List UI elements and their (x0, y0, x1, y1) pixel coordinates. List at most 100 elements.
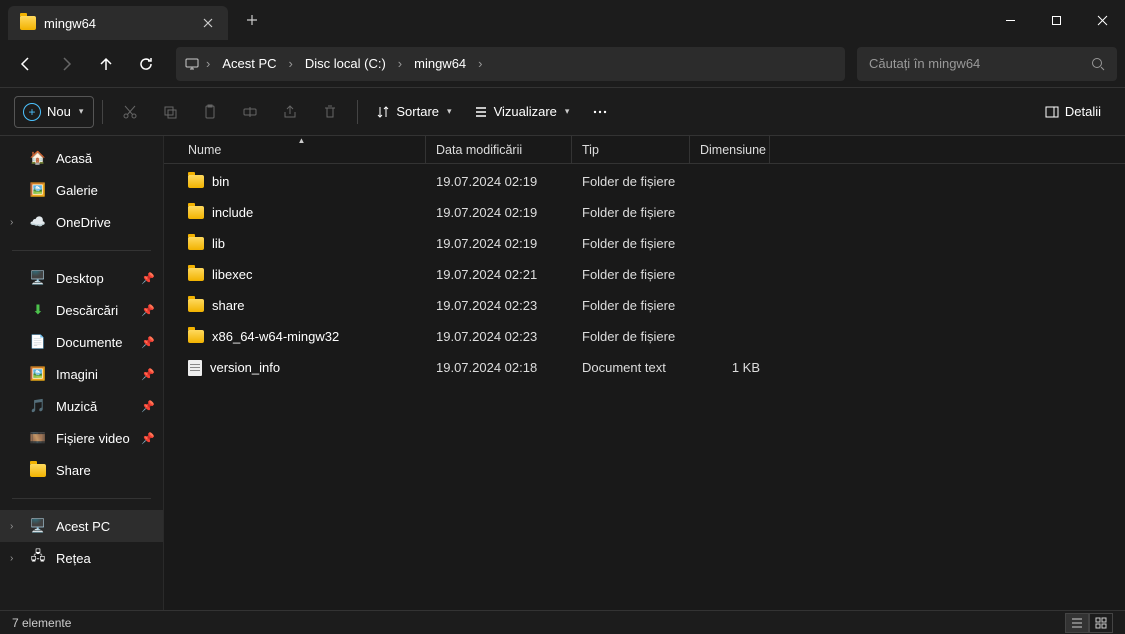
chevron-right-icon[interactable]: › (10, 553, 13, 564)
file-row[interactable]: bin19.07.2024 02:19Folder de fișiere (164, 166, 1125, 197)
search-box[interactable] (857, 47, 1117, 81)
column-headers: ▲Nume Data modificării Tip Dimensiune (164, 136, 1125, 164)
tab-close-button[interactable] (200, 15, 216, 31)
details-pane-button[interactable]: Detalii (1035, 95, 1111, 129)
item-count: 7 elemente (12, 616, 71, 630)
folder-icon (20, 16, 36, 30)
file-date: 19.07.2024 02:19 (426, 174, 572, 189)
pin-icon: 📌 (141, 336, 155, 349)
address-bar[interactable]: › Acest PC › Disc local (C:) › mingw64 › (176, 47, 845, 81)
sidebar-item-home[interactable]: 🏠Acasă (0, 142, 163, 174)
file-row[interactable]: libexec19.07.2024 02:21Folder de fișiere (164, 259, 1125, 290)
sort-icon (376, 105, 390, 119)
separator (0, 238, 163, 262)
minimize-button[interactable] (987, 0, 1033, 40)
chevron-right-icon[interactable]: › (287, 56, 295, 71)
home-icon: 🏠 (30, 150, 46, 166)
up-button[interactable] (88, 46, 124, 82)
toolbar: + Nou ▾ Sortare ▾ Vizualizare ▾ Detalii (0, 88, 1125, 136)
chevron-down-icon: ▾ (447, 106, 452, 117)
cloud-icon: ☁️ (30, 214, 46, 230)
search-icon (1091, 57, 1105, 71)
chevron-right-icon[interactable]: › (476, 56, 484, 71)
pin-icon: 📌 (141, 400, 155, 413)
copy-button[interactable] (151, 95, 189, 129)
sidebar-item-music[interactable]: 🎵Muzică📌 (0, 390, 163, 422)
file-type: Folder de fișiere (572, 236, 690, 251)
share-button[interactable] (271, 95, 309, 129)
file-date: 19.07.2024 02:19 (426, 236, 572, 251)
maximize-button[interactable] (1033, 0, 1079, 40)
new-button[interactable]: + Nou ▾ (14, 96, 94, 128)
column-header-date[interactable]: Data modificării (426, 136, 572, 163)
new-tab-button[interactable] (238, 6, 266, 34)
list-icon (474, 105, 488, 119)
file-row[interactable]: include19.07.2024 02:19Folder de fișiere (164, 197, 1125, 228)
details-view-toggle[interactable] (1065, 613, 1089, 633)
breadcrumb-item[interactable]: mingw64 (408, 52, 472, 75)
chevron-right-icon[interactable]: › (10, 217, 13, 228)
file-row[interactable]: share19.07.2024 02:23Folder de fișiere (164, 290, 1125, 321)
document-icon: 📄 (30, 334, 46, 350)
file-name: include (212, 205, 253, 220)
search-input[interactable] (869, 56, 1091, 71)
icons-view-toggle[interactable] (1089, 613, 1113, 633)
sidebar-item-pictures[interactable]: 🖼️Imagini📌 (0, 358, 163, 390)
sidebar-item-onedrive[interactable]: ›☁️OneDrive (0, 206, 163, 238)
file-date: 19.07.2024 02:23 (426, 298, 572, 313)
gallery-icon: 🖼️ (30, 182, 46, 198)
view-button[interactable]: Vizualizare ▾ (464, 95, 580, 129)
folder-icon (188, 206, 204, 219)
chevron-right-icon[interactable]: › (10, 521, 13, 532)
pin-icon: 📌 (141, 304, 155, 317)
details-icon (1045, 105, 1059, 119)
column-header-name[interactable]: ▲Nume (178, 136, 426, 163)
file-row[interactable]: version_info19.07.2024 02:18Document tex… (164, 352, 1125, 383)
file-type: Document text (572, 360, 690, 375)
file-row[interactable]: x86_64-w64-mingw3219.07.2024 02:23Folder… (164, 321, 1125, 352)
sidebar-item-desktop[interactable]: 🖥️Desktop📌 (0, 262, 163, 294)
chevron-right-icon[interactable]: › (204, 56, 212, 71)
close-button[interactable] (1079, 0, 1125, 40)
file-type: Folder de fișiere (572, 298, 690, 313)
file-name: bin (212, 174, 229, 189)
tab-current[interactable]: mingw64 (8, 6, 228, 40)
column-header-type[interactable]: Tip (572, 136, 690, 163)
new-label: Nou (47, 104, 71, 119)
file-row[interactable]: lib19.07.2024 02:19Folder de fișiere (164, 228, 1125, 259)
navbar: › Acest PC › Disc local (C:) › mingw64 › (0, 40, 1125, 88)
delete-button[interactable] (311, 95, 349, 129)
view-label: Vizualizare (494, 104, 557, 119)
back-button[interactable] (8, 46, 44, 82)
sidebar-item-thispc[interactable]: ›🖥️Acest PC (0, 510, 163, 542)
rename-button[interactable] (231, 95, 269, 129)
file-rows: bin19.07.2024 02:19Folder de fișiereincl… (164, 164, 1125, 610)
file-icon (188, 360, 202, 376)
music-icon: 🎵 (30, 398, 46, 414)
network-icon: 🖧 (30, 550, 46, 566)
sidebar-item-network[interactable]: ›🖧Rețea (0, 542, 163, 574)
breadcrumb-item[interactable]: Disc local (C:) (299, 52, 392, 75)
forward-button[interactable] (48, 46, 84, 82)
sidebar-item-documents[interactable]: 📄Documente📌 (0, 326, 163, 358)
pin-icon: 📌 (141, 432, 155, 445)
column-header-size[interactable]: Dimensiune (690, 136, 770, 163)
cut-button[interactable] (111, 95, 149, 129)
file-date: 19.07.2024 02:19 (426, 205, 572, 220)
sort-ascending-icon: ▲ (298, 136, 306, 145)
file-date: 19.07.2024 02:18 (426, 360, 572, 375)
sort-button[interactable]: Sortare ▾ (366, 95, 461, 129)
sidebar-item-share[interactable]: Share (0, 454, 163, 486)
chevron-right-icon[interactable]: › (396, 56, 404, 71)
breadcrumb-item[interactable]: Acest PC (216, 52, 282, 75)
sidebar-item-downloads[interactable]: ⬇Descărcări📌 (0, 294, 163, 326)
sidebar-item-videos[interactable]: 🎞️Fișiere video📌 (0, 422, 163, 454)
refresh-button[interactable] (128, 46, 164, 82)
folder-icon (188, 237, 204, 250)
sidebar-item-gallery[interactable]: 🖼️Galerie (0, 174, 163, 206)
separator (357, 100, 358, 124)
more-button[interactable] (581, 95, 619, 129)
monitor-icon (184, 56, 200, 72)
paste-button[interactable] (191, 95, 229, 129)
pin-icon: 📌 (141, 368, 155, 381)
